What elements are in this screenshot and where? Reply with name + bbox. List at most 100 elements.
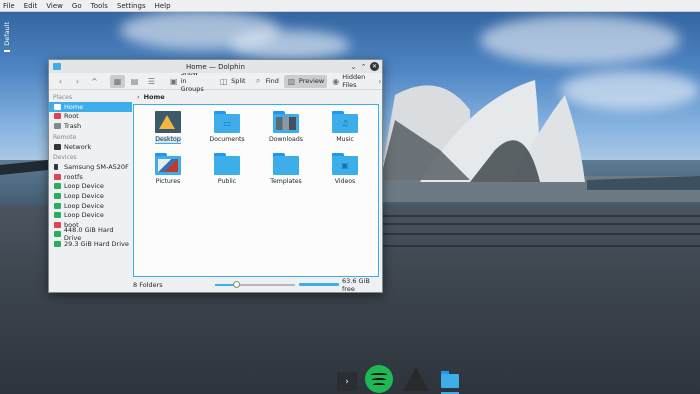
find-label: Find [265,77,279,85]
menu-file[interactable]: File [3,2,15,10]
spotify-wave [371,373,387,376]
root-folder-icon [54,113,61,120]
places-header: Places [53,94,73,101]
drive-icon [54,173,61,180]
panel-grip-icon[interactable] [4,49,10,52]
drive-icon [54,192,61,199]
dolphin-window: Home — Dolphin ⌄ ⌃ ✕ ‹ › ^ ▦ ▤ ☰ ▣ Show i… [48,59,383,293]
sidebar-item-phone[interactable]: Samsung SM-A520F [49,162,132,172]
drive-icon [54,240,61,247]
sidebar-item-loop-device[interactable]: Loop Device [49,210,132,220]
close-icon[interactable]: ✕ [370,62,379,71]
sidebar-item-root[interactable]: Root [49,112,132,122]
sidebar-item-hard-drive-448[interactable]: 448.0 GiB Hard Drive [49,226,132,242]
folder-app-icon[interactable] [53,63,61,70]
breadcrumb-home[interactable]: Home [144,93,165,101]
free-space-label: 63.6 GiB free [342,277,370,293]
hidden-files-button[interactable]: ◉ Hidden Files [329,73,370,89]
compact-view-button[interactable]: ▤ [127,75,142,88]
dock: › [337,365,467,394]
folder-music[interactable]: ♫ Music [320,111,370,143]
spotify-wave [372,378,386,381]
public-folder-icon [214,153,240,175]
music-folder-icon: ♫ [332,111,358,133]
folder-label: Desktop [155,136,181,144]
icons-view-button[interactable]: ▦ [110,74,125,88]
minimize-icon[interactable]: ⌄ [349,62,358,71]
folder-label: Documents [209,136,245,143]
details-view-button[interactable]: ☰ [144,75,159,88]
folder-templates[interactable]: Templates [261,153,311,185]
details-icon: ☰ [147,76,156,86]
desktop-thumbnail-shape [159,115,175,129]
dock-expand-button[interactable]: › [337,372,357,391]
phone-icon [54,164,58,171]
split-button[interactable]: ◫ Split [216,75,248,88]
folder-label: Pictures [155,178,181,185]
home-icon [54,103,61,110]
back-button[interactable]: ‹ [53,75,68,88]
breadcrumb[interactable]: › Home [133,91,382,103]
menu-go[interactable]: Go [72,2,82,10]
forward-button[interactable]: › [70,75,85,88]
sidebar-item-label: Loop Device [64,182,104,191]
folder-public[interactable]: Public [202,153,252,185]
split-icon: ◫ [219,76,228,86]
window-titlebar[interactable]: Home — Dolphin ⌄ ⌃ ✕ [49,60,382,73]
folder-count: 8 Folders [133,281,163,289]
inkscape-icon[interactable] [403,367,429,391]
menu-settings[interactable]: Settings [117,2,146,10]
menu-help[interactable]: Help [155,2,171,10]
arrow-left-icon: ‹ [58,76,63,86]
icon-view[interactable]: Desktop ▭ Documents Downloads ♫ Music Pi… [133,104,379,277]
sidebar-item-loop-device[interactable]: Loop Device [49,182,132,192]
file-manager-icon[interactable] [441,371,459,388]
folder-pictures[interactable]: Pictures [143,153,193,185]
sidebar-item-label: Home [64,102,84,111]
remote-header: Remote [53,133,77,141]
chevron-right-icon: › [137,93,140,101]
spotify-icon[interactable] [365,365,393,393]
stair-line [380,245,700,247]
panel-label[interactable]: Default [3,22,11,46]
spotify-wave [373,383,385,386]
places-panel: Places Home Root Trash Remote Network De… [49,91,132,276]
folder-desktop[interactable]: Desktop [143,111,193,144]
menu-edit[interactable]: Edit [24,2,38,10]
preview-button[interactable]: ▨ Preview [283,74,328,88]
sidebar-item-label: Root [64,112,79,121]
zoom-slider-handle[interactable] [233,281,240,288]
sidebar-item-loop-device[interactable]: Loop Device [49,201,132,211]
sidebar-item-rootfs[interactable]: rootfs [49,172,132,182]
show-in-groups-button[interactable]: ▣ Show in Groups [167,69,208,93]
find-button[interactable]: ⌕ Find [251,75,282,88]
stair-line [380,215,700,217]
hidden-files-label: Hidden Files [342,73,366,89]
zoom-slider[interactable] [215,281,295,288]
templates-folder-icon [273,153,299,175]
up-button[interactable]: ^ [87,75,102,88]
folder-videos[interactable]: ▣ Videos [320,153,370,185]
menu-tools[interactable]: Tools [91,2,108,10]
downloads-folder-icon [273,111,299,133]
devices-header: Devices [53,154,77,162]
sidebar-item-trash[interactable]: Trash [49,121,132,131]
groups-icon: ▣ [170,76,178,86]
documents-folder-icon: ▭ [214,111,240,133]
sidebar-item-loop-device[interactable]: Loop Device [49,191,132,201]
free-space-bar [299,283,339,286]
drive-icon [54,221,61,228]
more-toolbar-button[interactable]: › [372,75,387,88]
sidebar-item-network[interactable]: Network [49,142,132,152]
maximize-icon[interactable]: ⌃ [359,62,368,71]
menu-view[interactable]: View [46,2,63,10]
arrow-right-icon: › [75,76,80,86]
sidebar-item-home[interactable]: Home [49,102,132,112]
sidebar-item-label: Loop Device [64,191,104,200]
sidebar-item-hard-drive-29[interactable]: 29.3 GiB Hard Drive [49,239,132,249]
folder-documents[interactable]: ▭ Documents [202,111,252,143]
folder-label: Public [217,178,237,185]
drive-icon [54,183,61,190]
compact-icon: ▤ [130,76,139,86]
folder-downloads[interactable]: Downloads [261,111,311,143]
